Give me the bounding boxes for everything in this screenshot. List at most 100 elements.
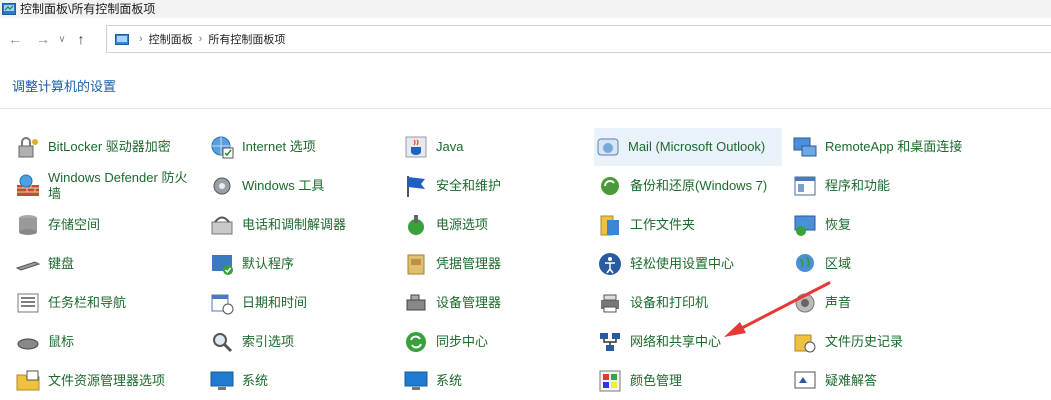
control-panel-item[interactable]: 恢复 <box>791 206 991 244</box>
control-panel-item-label: 颜色管理 <box>630 373 683 388</box>
control-panel-item[interactable]: BitLocker 驱动器加密 <box>14 128 200 166</box>
taskbar-icon <box>14 289 42 317</box>
storage-icon <box>14 211 42 239</box>
control-panel-item-label: BitLocker 驱动器加密 <box>48 139 171 154</box>
control-panel-item[interactable]: 颜色管理 <box>596 362 786 400</box>
control-panel-items: BitLocker 驱动器加密 Internet 选项 Java Mail (Micr… <box>0 0 1051 400</box>
control-panel-item-label: 日期和时间 <box>242 295 308 310</box>
control-panel-item-label: 索引选项 <box>242 334 295 349</box>
flag-icon <box>402 172 430 200</box>
phone-modem-icon <box>208 211 236 239</box>
control-panel-item[interactable]: 默认程序 <box>208 245 394 283</box>
control-panel-item[interactable]: 电源选项 <box>402 206 588 244</box>
control-panel-item-label: Internet 选项 <box>242 139 316 154</box>
control-panel-item-label: 文件资源管理器选项 <box>48 373 166 388</box>
control-panel-item[interactable]: 工作文件夹 <box>596 206 786 244</box>
control-panel-item[interactable]: 备份和还原(Windows 7) <box>596 167 786 205</box>
control-panel-item[interactable]: 系统 <box>402 362 588 400</box>
control-panel-item-label: 存储空间 <box>48 217 101 232</box>
work-folder-icon <box>596 211 624 239</box>
control-panel-item-label: 程序和功能 <box>825 178 891 193</box>
globe-check-icon <box>208 133 236 161</box>
control-panel-item-label: 同步中心 <box>436 334 489 349</box>
control-panel-item[interactable]: 同步中心 <box>402 323 588 361</box>
control-panel-item-label: 设备管理器 <box>436 295 502 310</box>
control-panel-item[interactable]: 任务栏和导航 <box>14 284 200 322</box>
control-panel-item-label: 轻松使用设置中心 <box>630 256 735 271</box>
control-panel-item-label: 工作文件夹 <box>630 217 696 232</box>
control-panel-item[interactable]: 设备管理器 <box>402 284 588 322</box>
device-manager-icon <box>402 289 430 317</box>
control-panel-item-label: 电话和调制解调器 <box>242 217 347 232</box>
index-search-icon <box>208 328 236 356</box>
printer-icon <box>596 289 624 317</box>
control-panel-item-label: 恢复 <box>825 217 852 232</box>
firewall-icon <box>14 172 42 200</box>
control-panel-item[interactable]: Windows Defender 防火墙 <box>14 167 200 205</box>
control-panel-item-label: Mail (Microsoft Outlook) <box>628 139 766 154</box>
control-panel-item[interactable]: 轻松使用设置中心 <box>596 245 786 283</box>
lock-key-icon <box>14 133 42 161</box>
troubleshoot-icon <box>791 367 819 395</box>
folder-options-icon <box>14 367 42 395</box>
remote-desktop-icon <box>791 133 819 161</box>
region-icon <box>791 250 819 278</box>
control-panel-item-label: Windows 工具 <box>242 178 325 193</box>
system-icon <box>208 367 236 395</box>
control-panel-item-label: 系统 <box>242 373 269 388</box>
programs-icon <box>791 172 819 200</box>
control-panel-item[interactable]: 文件资源管理器选项 <box>14 362 200 400</box>
control-panel-item[interactable]: Mail (Microsoft Outlook) <box>594 128 782 166</box>
control-panel-item[interactable]: 设备和打印机 <box>596 284 786 322</box>
control-panel-item[interactable]: Windows 工具 <box>208 167 394 205</box>
control-panel-item[interactable]: 疑难解答 <box>791 362 991 400</box>
control-panel-item-label: 设备和打印机 <box>630 295 709 310</box>
control-panel-item-label: 鼠标 <box>48 334 75 349</box>
control-panel-item-label: 键盘 <box>48 256 75 271</box>
control-panel-item[interactable]: RemoteApp 和桌面连接 <box>791 128 991 166</box>
mouse-icon <box>14 328 42 356</box>
control-panel-item[interactable]: 程序和功能 <box>791 167 991 205</box>
control-panel-item-label: 文件历史记录 <box>825 334 904 349</box>
control-panel-item-label: 网络和共享中心 <box>630 334 722 349</box>
control-panel-item-label: Windows Defender 防火墙 <box>48 170 188 201</box>
color-icon <box>596 367 624 395</box>
control-panel-item-label: 系统 <box>436 373 463 388</box>
control-panel-item-label: 区域 <box>825 256 852 271</box>
control-panel-item-label: 任务栏和导航 <box>48 295 127 310</box>
control-panel-item-label: 电源选项 <box>436 217 489 232</box>
control-panel-item[interactable]: 声音 <box>791 284 991 322</box>
control-panel-item-label: RemoteApp 和桌面连接 <box>825 139 963 154</box>
control-panel-item[interactable]: 凭据管理器 <box>402 245 588 283</box>
control-panel-item[interactable]: 系统 <box>208 362 394 400</box>
credential-icon <box>402 250 430 278</box>
control-panel-item[interactable]: Internet 选项 <box>208 128 394 166</box>
power-icon <box>402 211 430 239</box>
control-panel-item[interactable]: 鼠标 <box>14 323 200 361</box>
calendar-clock-icon <box>208 289 236 317</box>
control-panel-item-label: 备份和还原(Windows 7) <box>630 178 768 193</box>
network-icon <box>596 328 624 356</box>
control-panel-item-label: 疑难解答 <box>825 373 878 388</box>
sync-icon <box>402 328 430 356</box>
control-panel-item-label: 声音 <box>825 295 852 310</box>
control-panel-item[interactable]: 文件历史记录 <box>791 323 991 361</box>
control-panel-item[interactable]: 存储空间 <box>14 206 200 244</box>
control-panel-item[interactable]: 安全和维护 <box>402 167 588 205</box>
control-panel-item[interactable]: 日期和时间 <box>208 284 394 322</box>
control-panel-item[interactable]: 网络和共享中心 <box>596 323 786 361</box>
accessibility-icon <box>596 250 624 278</box>
file-history-icon <box>791 328 819 356</box>
control-panel-item[interactable]: 电话和调制解调器 <box>208 206 394 244</box>
recovery-icon <box>791 211 819 239</box>
control-panel-item[interactable]: 区域 <box>791 245 991 283</box>
control-panel-item-label: 默认程序 <box>242 256 295 271</box>
control-panel-item[interactable]: 键盘 <box>14 245 200 283</box>
control-panel-item[interactable]: Java <box>402 128 588 166</box>
mail-icon <box>594 133 622 161</box>
control-panel-item[interactable]: 索引选项 <box>208 323 394 361</box>
java-cup-icon <box>402 133 430 161</box>
backup-icon <box>596 172 624 200</box>
control-panel-item-label: Java <box>436 139 464 154</box>
control-panel-item-label: 安全和维护 <box>436 178 502 193</box>
